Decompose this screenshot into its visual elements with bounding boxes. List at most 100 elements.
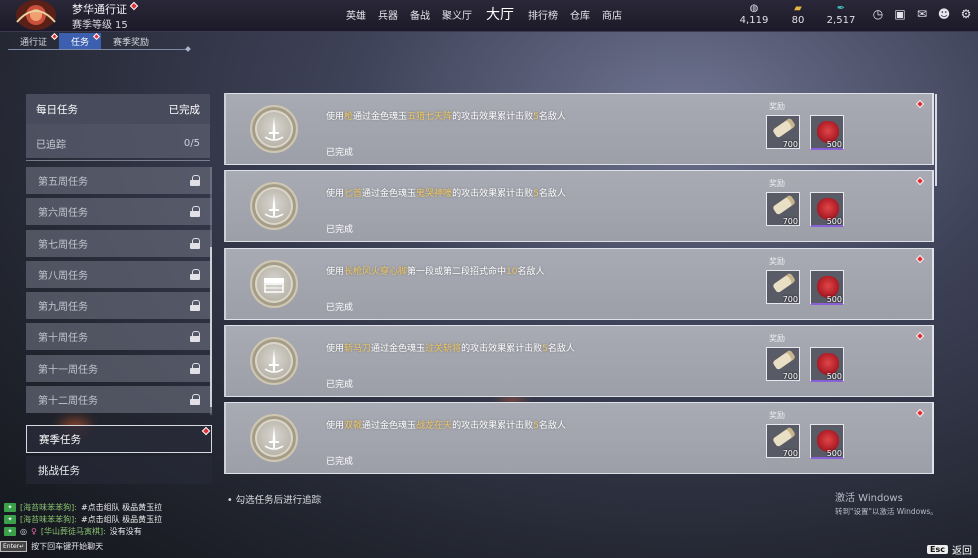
nav-heroes[interactable]: 英雄 [346, 7, 366, 22]
reward-item-scroll[interactable]: 700 [766, 346, 800, 381]
week-label: 第七周任务 [38, 239, 88, 251]
chat-panel: ✦ [海苔味苯苯狗]: #点击组队 极品黄玉拉 ✦ [海苔味苯苯狗]: #点击组… [4, 501, 162, 537]
lock-icon [190, 362, 200, 374]
week-label: 第五周任务 [38, 177, 88, 188]
daily-task-title: 每日任务 [36, 103, 78, 116]
tab-pass-label: 通行证 [20, 38, 48, 48]
reward-item-heart[interactable]: 500 [810, 346, 844, 382]
rarity-bar [811, 457, 843, 460]
female-icon: ♀ [30, 526, 37, 536]
chat-bubble-icon[interactable]: ▣ [892, 6, 908, 22]
notification-dot [915, 331, 925, 341]
tab-season-rewards[interactable]: 赛季奖励 [101, 33, 161, 49]
gear-icon[interactable]: ⚙ [958, 6, 974, 22]
top-bar: 梦华通行证 赛季等级 15 英雄 兵器 备战 聚义厅 大厅 排行榜 仓库 商店 ◍… [0, 0, 978, 32]
notification-dot [915, 177, 925, 186]
reward-item-heart[interactable]: 500 [810, 424, 844, 460]
pass-logo-icon [10, 0, 62, 32]
sword-medal-icon [250, 105, 298, 153]
quest-card[interactable]: 使用匕首通过金色魂玉鬼哭神嚎的攻击效果累计击败5名敌人 已完成 奖励 700 5… [224, 170, 934, 243]
nav-prepare[interactable]: 备战 [410, 7, 430, 22]
chat-text: 没有没有 [109, 526, 142, 536]
reward-item-scroll[interactable]: 700 [766, 269, 800, 304]
nav-leaderboard[interactable]: 排行榜 [528, 7, 558, 22]
season-level-label: 赛季等级 [72, 20, 112, 31]
notification-dot [201, 426, 211, 436]
notification-dot [92, 32, 101, 41]
reward-item-heart[interactable]: 500 [810, 192, 844, 228]
reward-item-heart[interactable]: 500 [810, 115, 844, 150]
nav-warehouse[interactable]: 仓库 [570, 7, 590, 22]
rarity-bar [811, 148, 843, 150]
tracked-label: 已追踪 [36, 139, 66, 151]
scrollbar-thumb[interactable] [210, 247, 212, 407]
week-item-9[interactable]: 第九周任务 [26, 292, 212, 320]
reward-item-heart[interactable]: 500 [810, 269, 844, 305]
friends-icon[interactable]: ☻ [936, 6, 952, 22]
week-list-scrollbar[interactable] [210, 167, 212, 415]
lock-icon [190, 175, 200, 186]
reward-item-scroll[interactable]: 700 [766, 115, 800, 149]
coin-icon: ◍ [749, 3, 759, 14]
notification-dot [915, 254, 925, 263]
week-item-12[interactable]: 第十二周任务 [26, 386, 212, 414]
scroll-icon [772, 426, 796, 448]
nav-weapons[interactable]: 兵器 [378, 7, 398, 22]
quest-card[interactable]: 使用斩马刀通过金色魂玉过关斩将的攻击效果累计击败5名敌人 已完成 奖励 700 … [224, 324, 934, 397]
quest-description: 使用匕首通过金色魂玉鬼哭神嚎的攻击效果累计击败5名敌人 [326, 189, 566, 200]
tab-tasks-label: 任务 [71, 38, 90, 48]
daily-task-header: 每日任务 已完成 [26, 94, 210, 124]
chat-sender[interactable]: [海苔味苯苯狗]: [20, 514, 77, 525]
clock-icon[interactable]: ◷ [870, 6, 886, 22]
reward-item-scroll[interactable]: 700 [766, 192, 800, 227]
reward-count: 700 [782, 217, 798, 227]
week-item-10[interactable]: 第十周任务 [26, 323, 212, 351]
tab-pass[interactable]: 通行证 [8, 32, 59, 49]
week-item-7[interactable]: 第七周任务 [26, 229, 212, 257]
reward-item-scroll[interactable]: 700 [766, 424, 800, 459]
quest-list: 使用枪通过金色魂玉五猎七天阵的攻击效果累计击败5名敌人 已完成 奖励 700 5… [224, 93, 934, 479]
week-item-5[interactable]: 第五周任务 [26, 167, 212, 194]
week-item-8[interactable]: 第八周任务 [26, 260, 212, 288]
nav-guild-hall[interactable]: 聚义厅 [442, 7, 472, 22]
chat-message: ✦ [海苔味苯苯狗]: #点击组队 极品黄玉拉 [4, 513, 162, 525]
rarity-bar [811, 302, 843, 305]
watermark-line-2: 转到"设置"以激活 Windows。 [835, 507, 938, 516]
chat-sender[interactable]: [华山葬徒马寅棋]: [41, 526, 106, 537]
reward-count: 700 [782, 140, 798, 149]
back-button[interactable]: Esc 返回 [927, 542, 972, 557]
nav-lobby[interactable]: 大厅 [486, 4, 514, 24]
weekly-task-list: 第五周任务 第六周任务 第七周任务 第八周任务 第九周任务 第十周任务 第十一周… [26, 167, 212, 415]
chat-input-hint[interactable]: Enter↵ 按下回车键开始聊天 [0, 541, 103, 552]
quest-status: 已完成 [326, 148, 354, 158]
coin-value: 4,119 [739, 15, 769, 26]
lock-icon [190, 206, 200, 218]
daily-task-box[interactable]: 每日任务 已完成 已追踪 0/5 [26, 94, 210, 158]
scroll-icon [772, 349, 796, 371]
quest-list-scrollbar[interactable] [935, 94, 937, 186]
nav-shop[interactable]: 商店 [602, 7, 622, 22]
challenge-task-item[interactable]: 挑战任务 [26, 456, 212, 484]
challenge-task-label: 挑战任务 [38, 464, 80, 477]
tracked-value: 0/5 [183, 137, 200, 149]
quest-card[interactable]: 使用双戟通过金色魂玉战龙在天的攻击效果累计击败5名敌人 已完成 奖励 700 5… [224, 402, 934, 475]
daily-tracked-row: 已追踪 0/5 [26, 128, 210, 158]
quest-description: 使用枪通过金色魂玉五猎七天阵的攻击效果累计击败5名敌人 [326, 112, 566, 122]
notification-dot [129, 1, 139, 11]
chat-sender[interactable]: [海苔味苯苯狗]: [20, 502, 77, 513]
quest-card[interactable]: 使用枪通过金色魂玉五猎七天阵的攻击效果累计击败5名敌人 已完成 奖励 700 5… [224, 93, 934, 165]
week-item-11[interactable]: 第十一周任务 [26, 354, 212, 382]
back-label: 返回 [952, 546, 972, 557]
rarity-bar [811, 379, 843, 382]
quest-description: 使用斩马刀通过金色魂玉过关斩将的攻击效果累计击败5名敌人 [326, 343, 575, 354]
lock-icon [190, 394, 200, 406]
quest-card[interactable]: 使用长枪风火穿心脚第一段或第二段招式命中10名敌人 已完成 奖励 700 500 [224, 247, 934, 320]
week-item-6[interactable]: 第六周任务 [26, 198, 212, 226]
reward-label: 奖励 [769, 333, 785, 343]
currency-gold: ▰ 80 [778, 3, 818, 26]
mail-icon[interactable]: ✉ [914, 6, 930, 22]
tab-tasks[interactable]: 任务 [59, 32, 102, 49]
sword-medal-icon [250, 414, 298, 463]
team-channel-icon: ✦ [4, 514, 16, 524]
season-task-item[interactable]: 赛季任务 [26, 425, 212, 453]
